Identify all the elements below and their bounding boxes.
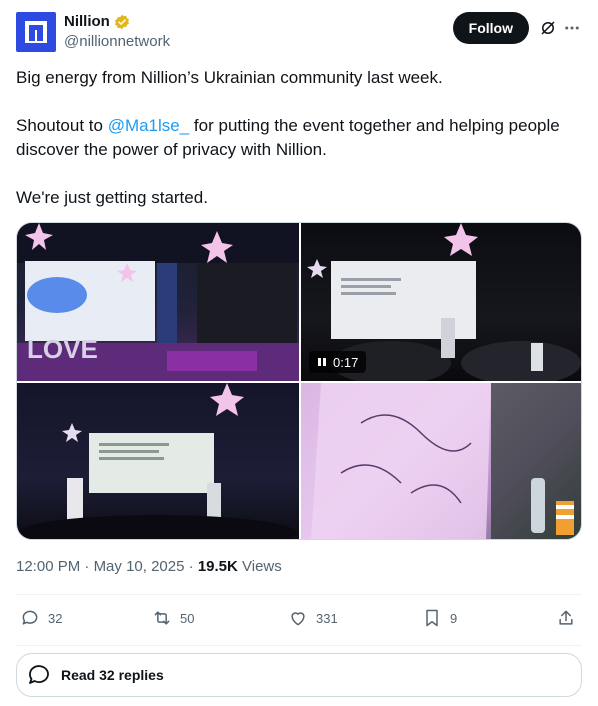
- share-icon: [559, 610, 573, 625]
- tweet-line-3: We're just getting started.: [16, 188, 208, 207]
- mention-link[interactable]: @Ma1lse_: [108, 116, 190, 135]
- follow-button[interactable]: Follow: [452, 12, 529, 44]
- like-count: 331: [316, 610, 338, 626]
- repost-count: 50: [180, 610, 195, 626]
- nillion-logo-icon: [25, 21, 47, 43]
- video-duration: 0:17: [333, 354, 359, 370]
- photo-event-stage[interactable]: LOVE: [17, 223, 299, 381]
- author-name[interactable]: Nillion: [64, 13, 110, 30]
- author-name-row: Nillion: [64, 13, 130, 30]
- action-bar: 32 50 331 9: [16, 608, 582, 632]
- photo-speakers[interactable]: [17, 383, 299, 539]
- tweet-time[interactable]: 12:00 PM: [16, 558, 80, 575]
- read-replies-label: Read 32 replies: [61, 667, 164, 683]
- like-button[interactable]: 331: [288, 608, 338, 628]
- bookmark-count: 9: [450, 610, 458, 626]
- heart-icon: [291, 612, 305, 626]
- repost-button[interactable]: 50: [152, 608, 194, 628]
- author-handle[interactable]: @nillionnetwork: [64, 33, 170, 50]
- tweet-line-2: Shoutout to @Ma1lse_ for putting the eve…: [16, 114, 582, 162]
- share-button[interactable]: [556, 608, 576, 628]
- reply-bubble-icon: [29, 665, 49, 684]
- tweet-line-2-prefix: Shoutout to: [16, 116, 108, 135]
- verified-badge-icon: [114, 14, 129, 29]
- bookmark-button[interactable]: 9: [422, 608, 457, 628]
- reply-icon: [22, 610, 38, 625]
- divider: [16, 594, 582, 595]
- bookmark-icon: [426, 609, 438, 627]
- photo-signed-shirt[interactable]: [301, 383, 581, 539]
- svg-text:LOVE: LOVE: [27, 334, 98, 364]
- tweet-header: Nillion @nillionnetwork Follow: [16, 12, 582, 56]
- more-options-icon[interactable]: [563, 19, 581, 37]
- media-grid: LOVE 0:17: [16, 222, 582, 540]
- tweet-meta: 12:00 PM · May 10, 2025 · 19.5K Views: [16, 558, 282, 575]
- reply-count: 32: [48, 610, 63, 626]
- grok-icon[interactable]: [539, 19, 557, 37]
- tweet-date[interactable]: May 10, 2025: [94, 558, 185, 575]
- read-replies-button[interactable]: Read 32 replies: [16, 653, 582, 697]
- views-label: Views: [242, 558, 282, 575]
- views-count: 19.5K: [197, 558, 238, 575]
- avatar[interactable]: [16, 12, 56, 52]
- video-duration-badge[interactable]: 0:17: [309, 351, 367, 373]
- pause-icon: [318, 358, 326, 366]
- meta-separator: ·: [188, 558, 198, 575]
- reply-button[interactable]: 32: [20, 608, 62, 628]
- tweet-text: Big energy from Nillion’s Ukrainian comm…: [16, 66, 582, 210]
- divider: [16, 645, 582, 646]
- tweet-line-1: Big energy from Nillion’s Ukrainian comm…: [16, 68, 443, 87]
- video-presentation[interactable]: 0:17: [301, 223, 581, 381]
- repost-icon: [154, 611, 170, 625]
- meta-separator: ·: [84, 558, 94, 575]
